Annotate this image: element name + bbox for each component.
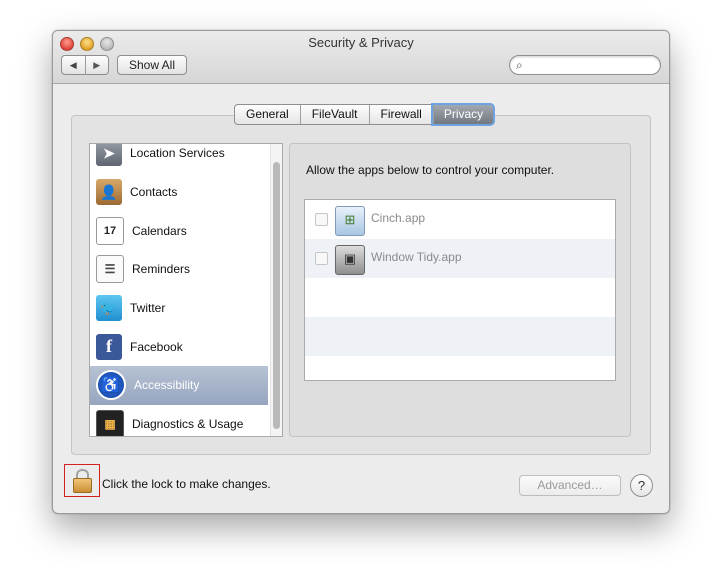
sidebar-item-location-services[interactable]: ➤ Location Services	[90, 144, 268, 173]
lock-hint: Click the lock to make changes.	[102, 477, 271, 491]
tab-privacy[interactable]: Privacy	[432, 105, 494, 124]
app-checkbox[interactable]	[315, 252, 328, 265]
sidebar-item-contacts[interactable]: 👤 Contacts	[90, 173, 268, 212]
sidebar-item-label: Twitter	[130, 301, 166, 316]
app-list[interactable]: ⊞ Cinch.app ▣ Window Tidy.app	[304, 199, 616, 381]
sidebar-item-diagnostics-usage[interactable]: ▦ Diagnostics & Usage	[90, 405, 268, 436]
search-field[interactable]: ⌕	[509, 55, 661, 75]
sidebar-item-label: Contacts	[130, 185, 178, 200]
sidebar-item-label: Facebook	[130, 339, 183, 354]
accessibility-icon: ♿	[96, 370, 126, 401]
sidebar-item-twitter[interactable]: 🐦 Twitter	[90, 289, 268, 328]
app-name: Cinch.app	[371, 211, 426, 225]
privacy-category-list[interactable]: ➤ Location Services 👤 Contacts 17 Calend…	[89, 143, 283, 437]
search-input[interactable]	[530, 57, 656, 73]
sidebar-scrollbar-thumb[interactable]	[273, 162, 280, 429]
location-arrow-icon: ➤	[96, 144, 122, 167]
lock-button[interactable]	[64, 464, 100, 497]
sidebar-item-label: Calendars	[132, 223, 187, 238]
diagnostics-grid-icon: ▦	[96, 410, 124, 436]
twitter-bird-icon: 🐦	[96, 295, 122, 322]
window-title: Security & Privacy	[308, 35, 414, 50]
lock-icon	[73, 478, 92, 493]
reminders-list-icon: ☰	[96, 255, 124, 284]
security-privacy-window: Security & Privacy ◀ ▶ Show All ⌕ Genera…	[52, 30, 670, 514]
cinch-app-icon: ⊞	[335, 206, 365, 236]
list-item[interactable]: ▣ Window Tidy.app	[305, 239, 615, 278]
help-button[interactable]: ?	[630, 474, 653, 497]
pane-description: Allow the apps below to control your com…	[306, 163, 555, 177]
accessibility-detail-pane: Allow the apps below to control your com…	[289, 143, 631, 437]
sidebar-item-calendars[interactable]: 17 Calendars	[90, 211, 268, 250]
search-icon: ⌕	[516, 58, 523, 72]
sidebar-item-label: Reminders	[132, 262, 191, 277]
empty-list-row	[305, 278, 615, 317]
empty-list-row	[305, 317, 615, 356]
advanced-button[interactable]: Advanced…	[519, 475, 621, 496]
list-item[interactable]: ⊞ Cinch.app	[305, 200, 615, 239]
tab-filevault[interactable]: FileVault	[299, 105, 369, 124]
app-checkbox[interactable]	[315, 213, 328, 226]
sidebar-item-label: Accessibility	[134, 378, 200, 393]
app-name: Window Tidy.app	[371, 250, 462, 264]
title-bar: Security & Privacy ◀ ▶ Show All ⌕	[53, 31, 669, 84]
calendar-icon: 17	[96, 216, 124, 245]
sidebar-item-reminders[interactable]: ☰ Reminders	[90, 250, 268, 289]
tab-firewall[interactable]: Firewall	[368, 105, 433, 124]
back-arrow-icon[interactable]: ◀	[62, 56, 86, 74]
forward-arrow-icon[interactable]: ▶	[86, 56, 109, 74]
tab-bar: General FileVault Firewall Privacy	[234, 104, 495, 125]
back-forward-control: ◀ ▶	[61, 55, 109, 75]
facebook-icon: f	[96, 333, 122, 360]
show-all-button[interactable]: Show All	[117, 55, 187, 75]
contacts-book-icon: 👤	[96, 179, 122, 206]
sidebar-item-label: Diagnostics & Usage	[132, 417, 244, 432]
window-tidy-app-icon: ▣	[335, 245, 365, 275]
sidebar-item-accessibility[interactable]: ♿ Accessibility	[90, 366, 268, 405]
sidebar-item-label: Location Services	[130, 146, 225, 161]
sidebar-item-facebook[interactable]: f Facebook	[90, 327, 268, 366]
tab-general[interactable]: General	[235, 105, 300, 124]
